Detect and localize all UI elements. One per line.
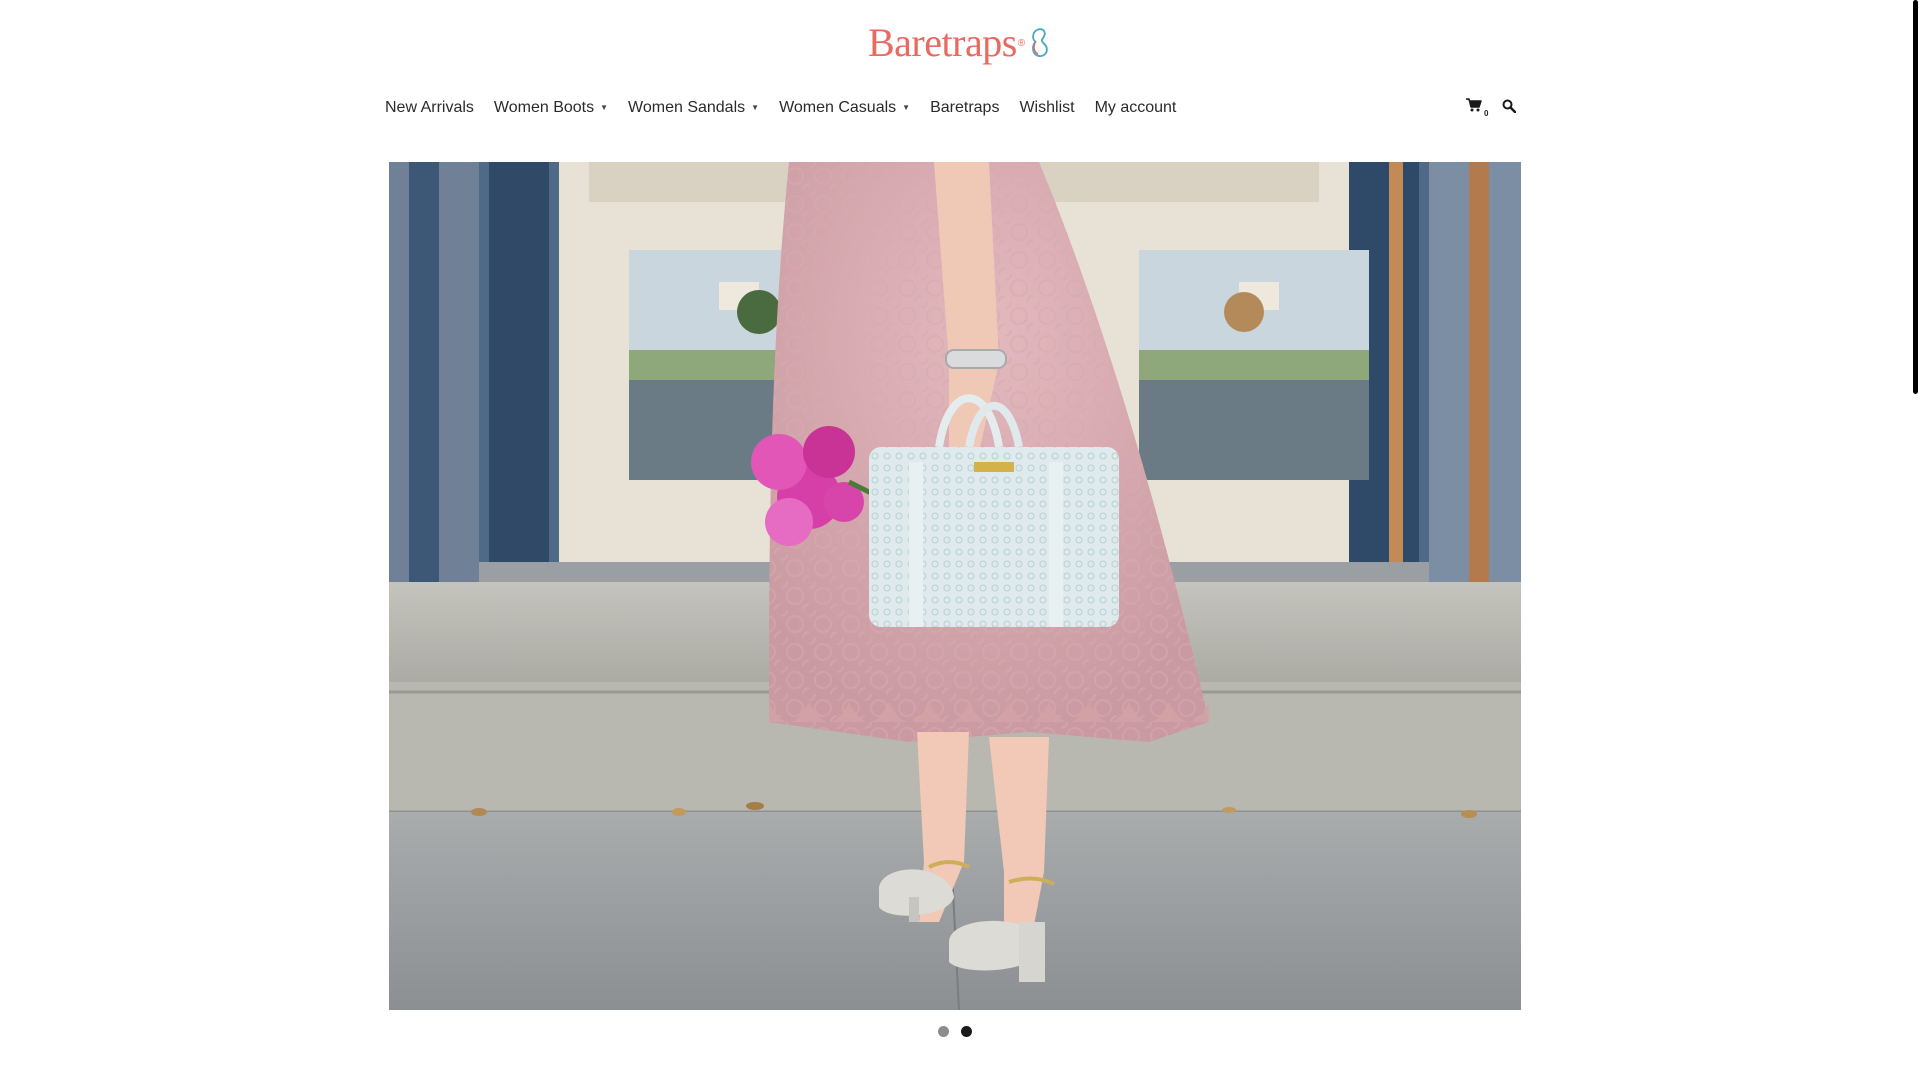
logo-text: Baretraps [868, 20, 1017, 65]
nav-label: Women Boots [493, 99, 595, 116]
chevron-down-icon: ▼ [600, 102, 609, 112]
nav-label: New Arrivals [385, 99, 474, 116]
nav-item-women-sandals[interactable]: Women Sandals ▼ [628, 99, 759, 117]
nav-label: My account [1094, 99, 1177, 116]
chevron-down-icon: ▼ [751, 102, 760, 112]
scrollbar-thumb[interactable] [1913, 0, 1918, 394]
nav-item-women-boots[interactable]: Women Boots ▼ [494, 99, 608, 117]
nav-item-baretraps[interactable]: Baretraps [930, 99, 999, 117]
cart-button[interactable]: 0 [1466, 98, 1489, 118]
logo-registered-mark: ® [1017, 37, 1026, 49]
main-navigation: New Arrivals Women Boots ▼ Women Sandals… [385, 96, 1196, 120]
nav-item-new-arrivals[interactable]: New Arrivals [385, 99, 474, 117]
hero-photo [389, 162, 1521, 1010]
search-icon [1502, 99, 1517, 114]
nav-label: Baretraps [930, 99, 1000, 116]
site-logo[interactable]: Baretraps ® [868, 14, 1053, 72]
slider-dot-1[interactable] [938, 1026, 949, 1037]
shopping-cart-icon [1466, 98, 1482, 112]
nav-item-women-casuals[interactable]: Women Casuals ▼ [779, 99, 910, 117]
cart-count-badge: 0 [1484, 109, 1489, 118]
nav-label: Wishlist [1019, 99, 1075, 116]
search-button[interactable] [1502, 99, 1520, 117]
hero-slider[interactable] [389, 162, 1521, 1010]
header-icons: 0 [1466, 96, 1520, 120]
slider-dot-2[interactable] [961, 1026, 972, 1037]
logo-mark-icon [1032, 28, 1048, 57]
scrollbar[interactable] [1912, 0, 1920, 1080]
nav-label: Women Sandals [628, 99, 746, 116]
page: Baretraps ® New Arrivals Women Boots ▼ Wo… [0, 0, 1920, 1080]
nav-item-my-account[interactable]: My account [1095, 99, 1177, 117]
slider-pagination [938, 1026, 984, 1037]
nav-label: Women Casuals [779, 99, 897, 116]
chevron-down-icon: ▼ [902, 102, 911, 112]
nav-item-wishlist[interactable]: Wishlist [1019, 99, 1074, 117]
